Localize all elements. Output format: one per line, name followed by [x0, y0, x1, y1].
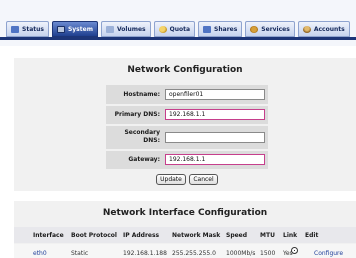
primary-dns-label: Primary DNS:	[114, 111, 160, 118]
column-header: IP Address	[123, 232, 160, 239]
main-tabs: Status System Volumes Quota Shares Servi…	[6, 21, 353, 37]
top-navigation: Status System Volumes Quota Shares Servi…	[0, 0, 356, 46]
hostname-label: Hostname:	[123, 91, 160, 98]
quota-icon	[158, 25, 167, 33]
interface-table-header: Interface Boot Protocol IP Address Netwo…	[14, 227, 356, 243]
column-header: Speed	[226, 232, 248, 239]
system-icon	[56, 25, 65, 33]
tab-services-label: Services	[261, 25, 290, 33]
network-configuration-title: Network Configuration	[127, 65, 243, 75]
primary-dns-row: Primary DNS: 192.168.1.1	[106, 106, 268, 124]
tab-shares[interactable]: Shares	[198, 21, 243, 37]
ip-address-cell: 192.168.1.188	[123, 250, 167, 257]
tab-quota[interactable]: Quota	[153, 21, 196, 37]
primary-dns-input[interactable]: 192.168.1.1	[165, 109, 265, 120]
column-header: Interface	[33, 232, 64, 239]
mtu-cell: 1500	[260, 250, 276, 257]
tab-services[interactable]: Services	[245, 21, 295, 37]
configure-link[interactable]: Configure	[314, 250, 343, 257]
tab-volumes[interactable]: Volumes	[100, 21, 151, 37]
table-row: eth0 Static 192.168.1.188 255.255.255.0 …	[14, 244, 356, 258]
status-icon	[11, 25, 19, 33]
column-header: Network Mask	[172, 232, 221, 239]
tab-status-label: Status	[22, 25, 44, 33]
speed-cell: 1000Mb/s	[226, 250, 256, 257]
secondary-dns-input[interactable]	[165, 132, 265, 143]
tab-status[interactable]: Status	[6, 21, 49, 37]
tab-quota-label: Quota	[169, 25, 191, 33]
configure-icon[interactable]	[291, 247, 298, 254]
services-icon	[250, 25, 259, 33]
network-interface-title: Network Interface Configuration	[102, 208, 268, 218]
accounts-icon	[302, 25, 311, 33]
nav-underline	[0, 37, 356, 40]
tab-accounts-label: Accounts	[313, 25, 345, 33]
cancel-button[interactable]: Cancel	[189, 174, 218, 185]
secondary-dns-label-line2: DNS:	[143, 137, 160, 144]
network-configuration-panel: Network Configuration	[14, 58, 356, 191]
secondary-dns-label-line1: Secondary	[124, 129, 160, 136]
volumes-icon	[105, 25, 114, 33]
tab-system[interactable]: System	[51, 21, 98, 37]
tab-accounts[interactable]: Accounts	[297, 21, 350, 37]
column-header: Edit	[305, 232, 319, 239]
column-header: MTU	[260, 232, 275, 239]
gateway-input[interactable]: 192.168.1.1	[165, 154, 265, 165]
column-header: Link	[283, 232, 298, 239]
update-button[interactable]: Update	[156, 174, 186, 185]
shares-icon	[203, 25, 212, 33]
network-mask-cell: 255.255.255.0	[172, 250, 216, 257]
tab-shares-label: Shares	[214, 25, 238, 33]
secondary-dns-row: Secondary DNS:	[106, 126, 268, 149]
interface-link[interactable]: eth0	[33, 250, 47, 257]
tab-system-label: System	[67, 25, 93, 33]
gateway-label: Gateway:	[128, 156, 160, 163]
column-header: Boot Protocol	[71, 232, 117, 239]
hostname-input[interactable]: openfiler01	[165, 89, 265, 100]
gateway-row: Gateway: 192.168.1.1	[106, 151, 268, 169]
tab-volumes-label: Volumes	[116, 25, 146, 33]
hostname-row: Hostname: openfiler01	[106, 85, 268, 104]
boot-protocol-cell: Static	[71, 250, 89, 257]
